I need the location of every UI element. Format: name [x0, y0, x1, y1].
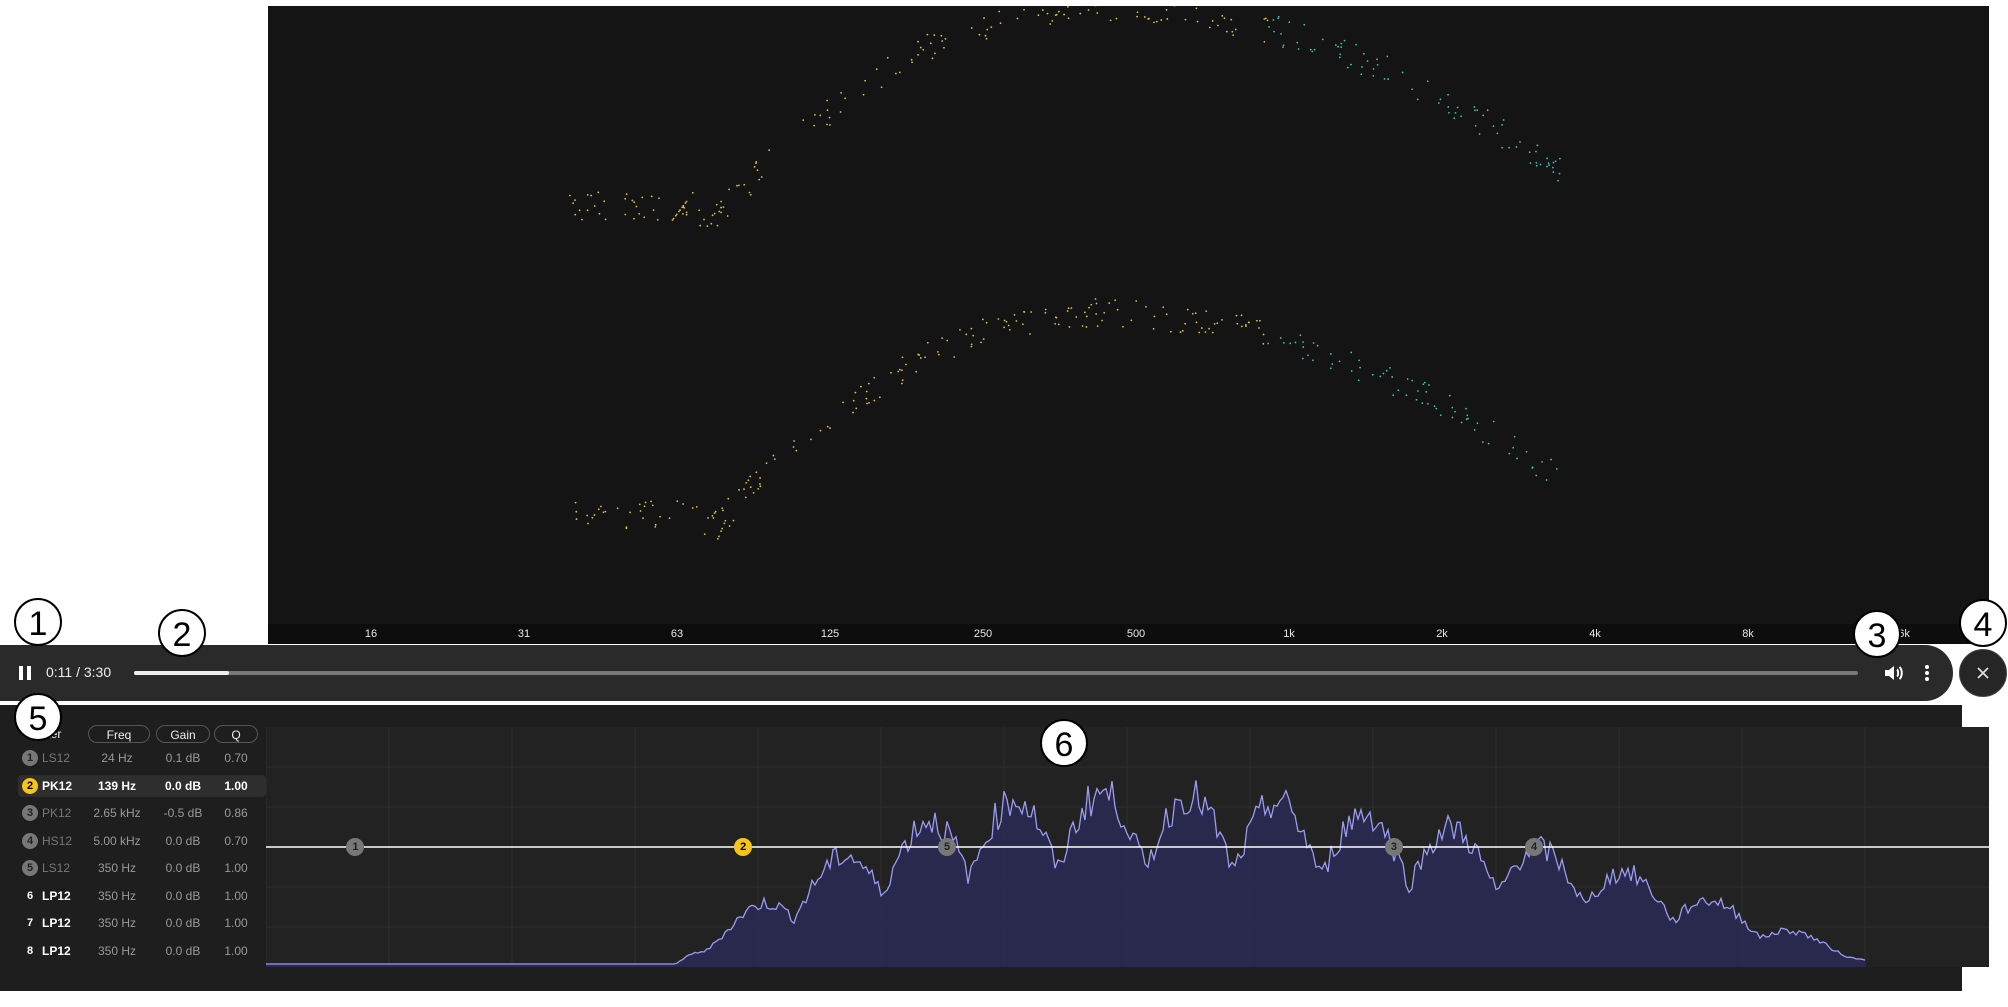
filter-q[interactable]: 1.00: [214, 861, 258, 875]
filter-type[interactable]: HS12: [42, 834, 78, 848]
eq-response-graph[interactable]: 1 2 5 3 4: [265, 727, 1989, 967]
filter-number-badge[interactable]: 3: [22, 805, 38, 821]
filter-type[interactable]: PK12: [42, 806, 78, 820]
player-bar: 0:11 / 3:30: [0, 645, 1953, 701]
filter-gain[interactable]: 0.0 dB: [152, 889, 214, 903]
callout-1: 1: [14, 598, 62, 646]
spectrum-channel-right: [574, 297, 1558, 559]
frequency-tick: 125: [820, 628, 840, 640]
frequency-tick: 500: [1126, 628, 1146, 640]
filter-freq[interactable]: 350 Hz: [82, 889, 152, 903]
filter-row[interactable]: 5 LS12 350 Hz 0.0 dB 1.00: [18, 857, 266, 879]
close-icon[interactable]: [1959, 649, 2007, 697]
filter-number-badge[interactable]: 1: [22, 750, 38, 766]
callout-2: 2: [158, 609, 206, 657]
pause-icon[interactable]: [16, 663, 36, 683]
filter-q[interactable]: 0.86: [214, 806, 258, 820]
frequency-tick: 63: [670, 628, 684, 640]
callout-6: 6: [1040, 719, 1088, 767]
filter-freq[interactable]: 5.00 kHz: [82, 834, 152, 848]
callout-4: 4: [1959, 599, 2007, 647]
filter-q[interactable]: 1.00: [214, 779, 258, 793]
callout-5: 5: [14, 693, 62, 741]
filter-row[interactable]: 6 LP12 350 Hz 0.0 dB 1.00: [18, 885, 266, 907]
frequency-tick: 2k: [1436, 628, 1448, 640]
filter-number-badge[interactable]: 7: [22, 915, 38, 931]
filter-row[interactable]: 8 LP12 350 Hz 0.0 dB 1.00: [18, 940, 266, 962]
filter-row[interactable]: 3 PK12 2.65 kHz -0.5 dB 0.86: [18, 802, 266, 824]
filter-freq[interactable]: 139 Hz: [82, 779, 152, 793]
filter-freq[interactable]: 350 Hz: [82, 916, 152, 930]
eq-curve-canvas: [265, 727, 1989, 967]
filter-q[interactable]: 0.70: [214, 834, 258, 848]
filter-type[interactable]: LP12: [42, 944, 78, 958]
spectrum-channel-left: [568, 0, 1561, 251]
filter-type[interactable]: LS12: [42, 751, 78, 765]
filter-gain[interactable]: -0.5 dB: [152, 806, 214, 820]
frequency-tick: 8k: [1742, 628, 1754, 640]
filter-number-badge[interactable]: 5: [22, 860, 38, 876]
frequency-tick: 16: [364, 628, 378, 640]
eq-node-4[interactable]: 4: [1525, 838, 1544, 856]
filter-number-badge[interactable]: 8: [22, 942, 38, 959]
frequency-tick: 4k: [1589, 628, 1601, 640]
more-vertical-icon[interactable]: [1918, 661, 1936, 685]
filter-number-badge[interactable]: 6: [22, 887, 38, 904]
filter-row[interactable]: 2 PK12 139 Hz 0.0 dB 1.00: [18, 774, 266, 797]
q-header[interactable]: Q: [214, 725, 258, 743]
seek-progress: [134, 671, 229, 675]
filter-gain[interactable]: 0.0 dB: [152, 861, 214, 875]
filter-q[interactable]: 0.70: [214, 751, 258, 765]
eq-node-1[interactable]: 1: [346, 838, 365, 856]
volume-icon[interactable]: [1882, 661, 1906, 685]
filter-gain[interactable]: 0.0 dB: [152, 779, 214, 793]
filter-type[interactable]: LP12: [42, 916, 78, 930]
filter-type[interactable]: PK12: [42, 779, 78, 793]
filter-q[interactable]: 1.00: [214, 944, 258, 958]
freq-header[interactable]: Freq: [88, 725, 150, 743]
time-display: 0:11 / 3:30: [46, 664, 112, 680]
filter-gain[interactable]: 0.0 dB: [152, 916, 214, 930]
filter-freq[interactable]: 24 Hz: [82, 751, 152, 765]
filter-gain[interactable]: 0.1 dB: [152, 751, 214, 765]
frequency-axis: 16 31 63 125 250 500 1k 2k 4k 8k 16k: [268, 624, 1989, 644]
frequency-tick: 1k: [1283, 628, 1295, 640]
callout-3: 3: [1853, 610, 1901, 658]
filter-q[interactable]: 1.00: [214, 916, 258, 930]
filter-row[interactable]: 4 HS12 5.00 kHz 0.0 dB 0.70: [18, 830, 266, 852]
filter-gain[interactable]: 0.0 dB: [152, 944, 214, 958]
filter-type[interactable]: LP12: [42, 889, 78, 903]
filter-row[interactable]: 7 LP12 350 Hz 0.0 dB 1.00: [18, 912, 266, 934]
filter-number-badge[interactable]: 2: [22, 777, 38, 794]
filter-type[interactable]: LS12: [42, 861, 78, 875]
eq-node-2[interactable]: 2: [734, 838, 753, 856]
frequency-tick: 31: [517, 628, 531, 640]
eq-node-5[interactable]: 5: [938, 838, 957, 856]
seek-bar[interactable]: [134, 671, 1858, 675]
filter-freq[interactable]: 350 Hz: [82, 861, 152, 875]
filter-gain[interactable]: 0.0 dB: [152, 834, 214, 848]
spectrum-canvas: [568, 0, 1561, 559]
spectrum-analyzer: [268, 0, 1989, 624]
filter-row[interactable]: 1 LS12 24 Hz 0.1 dB 0.70: [18, 747, 266, 769]
frequency-tick: 250: [973, 628, 993, 640]
equalizer-panel: Filter Freq Gain Q 1LS1224 Hz0.1 dB0.702…: [0, 705, 1989, 991]
filter-number-badge[interactable]: 4: [22, 832, 38, 849]
filter-freq[interactable]: 2.65 kHz: [82, 806, 152, 820]
filter-freq[interactable]: 350 Hz: [82, 944, 152, 958]
gain-header[interactable]: Gain: [156, 725, 210, 743]
eq-node-3[interactable]: 3: [1384, 838, 1403, 856]
filter-q[interactable]: 1.00: [214, 889, 258, 903]
